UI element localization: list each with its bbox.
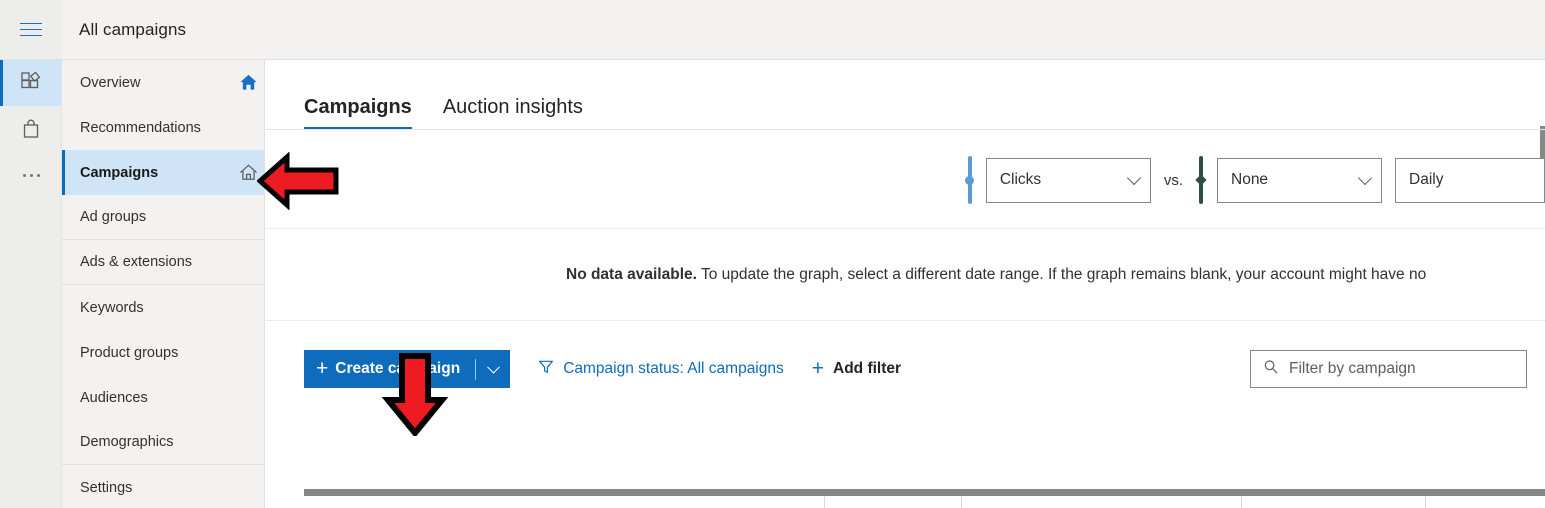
column-divider[interactable] (1241, 496, 1242, 508)
no-data-body: To update the graph, select a different … (696, 265, 1427, 283)
main-content: Campaigns Auction insights Clicks vs. No… (266, 60, 1545, 508)
search-icon (1263, 359, 1279, 380)
chart-empty-state: No data available. To update the graph, … (266, 228, 1545, 321)
sidebar-item-product-groups[interactable]: Product groups (62, 330, 264, 375)
sidebar-item-label: Recommendations (80, 119, 201, 136)
rail-item-dashboard[interactable] (0, 60, 62, 106)
chevron-down-icon (1126, 170, 1141, 186)
chart-panel: Clicks vs. None Daily (266, 130, 1545, 228)
sidebar-item-settings[interactable]: Settings (62, 465, 264, 508)
column-divider[interactable] (1425, 496, 1426, 508)
campaign-toolbar: + Create campaign Campaign status: All c… (266, 321, 1545, 417)
sidebar-item-label: Demographics (80, 434, 174, 450)
chevron-down-icon (1357, 170, 1373, 186)
search-input[interactable] (1289, 360, 1514, 378)
menu-toggle-button[interactable] (0, 0, 62, 60)
sidebar-item-label: Settings (80, 479, 133, 496)
vs-label: vs. (1163, 171, 1183, 189)
create-campaign-button[interactable]: + Create campaign (304, 350, 511, 388)
left-rail (0, 0, 62, 508)
app-window: All campaigns Overview Recommendations Cam… (0, 0, 1545, 508)
secondary-metric-select[interactable]: None (1217, 157, 1382, 203)
tab-label: Auction insights (442, 96, 583, 118)
plus-icon: + (316, 356, 329, 380)
ellipsis-icon (0, 152, 62, 198)
campaign-table-header (304, 489, 1545, 508)
page-title: All campaigns (79, 19, 187, 39)
no-data-message: No data available. To update the graph, … (566, 266, 1426, 284)
sidebar-item-label: Campaigns (80, 164, 159, 181)
rail-item-more[interactable] (0, 152, 62, 198)
hamburger-icon (20, 22, 42, 37)
table-header-bar (304, 489, 1545, 496)
sidebar-item-recommendations[interactable]: Recommendations (62, 105, 264, 150)
filter-by-campaign-search[interactable] (1250, 350, 1527, 388)
campaign-status-filter[interactable]: Campaign status: All campaigns (538, 359, 784, 380)
secondary-metric-marker (1195, 156, 1207, 204)
shopping-bag-icon (20, 118, 42, 140)
tab-bar: Campaigns Auction insights (266, 60, 1545, 130)
rail-item-tools[interactable] (0, 106, 62, 152)
sidebar-item-audiences[interactable]: Audiences (62, 375, 264, 420)
primary-metric-select[interactable]: Clicks (985, 157, 1151, 203)
tab-label: Campaigns (304, 96, 412, 118)
chevron-down-icon (486, 360, 500, 374)
sidebar-item-ad-groups[interactable]: Ad groups (62, 195, 264, 240)
create-campaign-dropdown[interactable] (476, 360, 510, 374)
add-filter-label: Add filter (833, 360, 902, 377)
tab-auction-insights[interactable]: Auction insights (443, 96, 583, 129)
primary-metric-value: Clicks (999, 171, 1042, 188)
sidebar-item-overview[interactable]: Overview (62, 60, 264, 105)
no-data-headline: No data available. (566, 265, 697, 283)
sidebar-item-label: Ad groups (80, 209, 147, 225)
sidebar-item-demographics[interactable]: Demographics (62, 420, 264, 465)
granularity-select[interactable]: Daily (1395, 157, 1545, 203)
secondary-metric-value: None (1231, 171, 1269, 188)
create-campaign-label: Create campaign (335, 360, 461, 377)
sidebar-item-ads-extensions[interactable]: Ads & extensions (62, 240, 264, 285)
plus-icon: + (811, 356, 825, 380)
tab-campaigns[interactable]: Campaigns (304, 96, 412, 129)
funnel-icon (538, 359, 554, 380)
sidebar-item-label: Keywords (80, 299, 144, 316)
sidebar-item-label: Product groups (80, 344, 179, 361)
granularity-value: Daily (1409, 171, 1444, 188)
sidebar-item-campaigns[interactable]: Campaigns (62, 150, 264, 195)
home-outline-icon (231, 163, 264, 182)
sidebar-nav: Overview Recommendations Campaigns Ad group… (62, 60, 265, 508)
home-filled-icon (231, 73, 264, 92)
add-filter-button[interactable]: + Add filter (811, 356, 902, 380)
sidebar-item-keywords[interactable]: Keywords (62, 285, 264, 330)
sidebar-item-label: Overview (80, 74, 141, 91)
sidebar-item-label: Audiences (80, 389, 148, 406)
column-divider[interactable] (824, 496, 825, 508)
page-header: All campaigns (62, 0, 1545, 60)
sidebar-item-label: Ads & extensions (80, 254, 193, 270)
column-divider[interactable] (961, 496, 962, 508)
primary-metric-marker (965, 156, 975, 204)
dashboard-grid-icon (20, 72, 42, 94)
campaign-status-filter-label: Campaign status: All campaigns (563, 360, 784, 377)
chart-controls: Clicks vs. None Daily (965, 156, 1545, 204)
